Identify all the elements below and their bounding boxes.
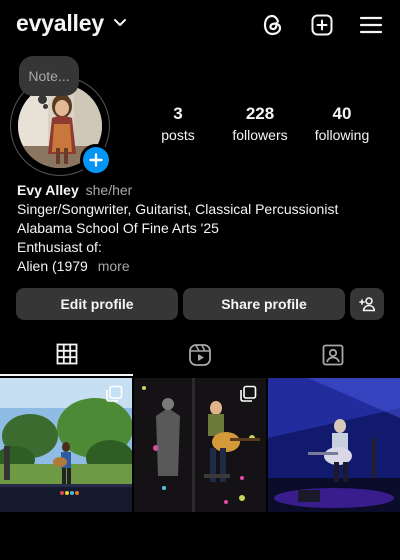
bio-line: Enthusiast of: [17,239,102,255]
bio-name-line: Evy Alley she/her [17,181,387,200]
posts-value: 3 [173,104,183,123]
chevron-down-icon[interactable] [113,17,127,29]
post-thumbnail[interactable] [0,378,132,512]
pronouns: she/her [85,182,133,198]
carousel-icon [106,385,123,402]
hamburger-menu-icon[interactable] [359,13,383,37]
followers-value: 228 [245,104,275,123]
tab-reels[interactable] [133,343,266,369]
carousel-icon [240,385,257,402]
note-bubble-tail [38,95,47,104]
bio-line: Singer/Songwriter, Guitarist, Classical … [17,201,339,217]
tab-posts-grid[interactable] [0,343,133,369]
more-link[interactable]: more [98,258,130,274]
following-label: following [314,127,370,143]
grid-icon [56,343,77,365]
posts-label: posts [161,127,195,143]
add-square-icon[interactable] [310,13,334,37]
followers-count[interactable]: 228 followers [215,104,305,143]
add-person-icon [359,297,375,312]
reels-icon [188,344,211,366]
plus-icon [89,153,103,167]
post-thumbnail[interactable] [134,378,266,512]
posts-count: 3 posts [133,104,223,143]
tagged-icon [322,344,343,366]
edit-profile-button[interactable]: Edit profile [16,288,178,320]
following-value: 40 [332,104,352,123]
post-image [268,378,400,512]
bio-last-line: Alien (1979 more [17,257,387,276]
profile-username[interactable]: evyalley [16,10,104,37]
bio-line: Alabama School Of Fine Arts '25 [17,220,219,236]
followers-label: followers [232,127,288,143]
bio-line: Alien (1979 [17,258,88,274]
note-bubble-tail-small [43,104,48,109]
tab-tagged[interactable] [266,343,399,369]
active-tab-indicator [0,374,133,376]
note-bubble[interactable]: Note... [19,56,79,96]
profile-bio: Evy Alley she/her Singer/Songwriter, Gui… [17,181,387,276]
share-profile-button[interactable]: Share profile [183,288,345,320]
threads-icon[interactable] [261,13,285,37]
display-name: Evy Alley [17,182,79,198]
post-thumbnail[interactable] [268,378,400,512]
following-count[interactable]: 40 following [297,104,387,143]
discover-people-button[interactable] [350,288,384,320]
add-story-button[interactable] [80,144,112,176]
